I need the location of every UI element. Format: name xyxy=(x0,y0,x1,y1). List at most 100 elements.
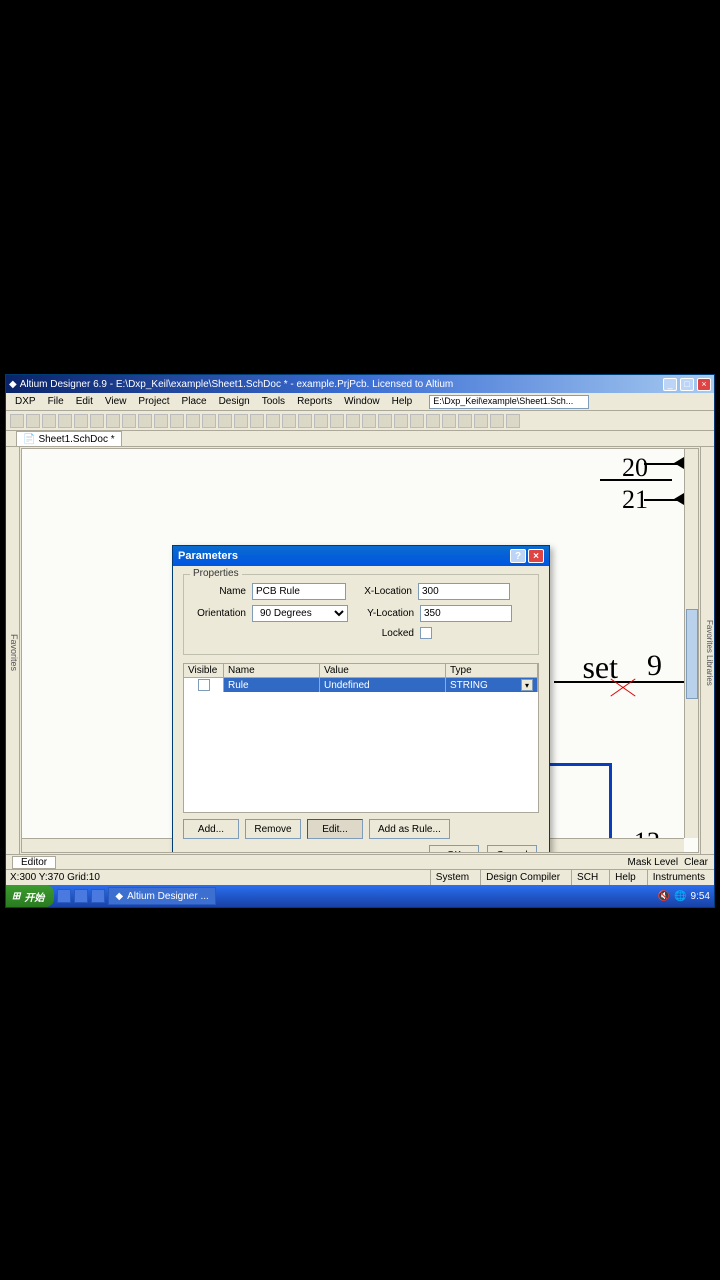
app-titlebar[interactable]: ◆ Altium Designer 6.9 - E:\Dxp_Keil\exam… xyxy=(6,375,714,393)
menu-design[interactable]: Design xyxy=(214,395,255,408)
status-system[interactable]: System xyxy=(430,870,474,885)
orientation-select[interactable]: 90 Degrees xyxy=(252,605,348,622)
clear-link[interactable]: Clear xyxy=(684,857,708,868)
toolbar-button[interactable] xyxy=(138,414,152,428)
cell-type[interactable]: STRING ▾ xyxy=(446,678,538,692)
toolbar-button[interactable] xyxy=(410,414,424,428)
status-instruments[interactable]: Instruments xyxy=(647,870,710,885)
toolbar-button[interactable] xyxy=(394,414,408,428)
toolbar-button[interactable] xyxy=(346,414,360,428)
maximize-button[interactable]: □ xyxy=(680,378,694,391)
toolbar-button[interactable] xyxy=(330,414,344,428)
toolbar-button[interactable] xyxy=(10,414,24,428)
edit-button[interactable]: Edit... xyxy=(307,819,363,839)
add-as-rule-button[interactable]: Add as Rule... xyxy=(369,819,450,839)
remove-button[interactable]: Remove xyxy=(245,819,301,839)
toolbar-button[interactable] xyxy=(266,414,280,428)
status-sch[interactable]: SCH xyxy=(571,870,603,885)
name-input[interactable] xyxy=(252,583,346,600)
toolbar-button[interactable] xyxy=(74,414,88,428)
menu-dxp[interactable]: DXP xyxy=(10,395,41,408)
menu-edit[interactable]: Edit xyxy=(71,395,98,408)
ok-button[interactable]: OK xyxy=(429,845,479,853)
dialog-titlebar[interactable]: Parameters ? × xyxy=(173,546,549,566)
toolbar-button[interactable] xyxy=(282,414,296,428)
menu-bar[interactable]: DXP File Edit View Project Place Design … xyxy=(6,393,714,411)
main-toolbar[interactable] xyxy=(6,411,714,431)
toolbar-button[interactable] xyxy=(426,414,440,428)
toolbar-button[interactable] xyxy=(42,414,56,428)
toolbar-button[interactable] xyxy=(250,414,264,428)
toolbar-button[interactable] xyxy=(362,414,376,428)
quick-launch-icon[interactable] xyxy=(74,889,88,903)
table-header[interactable]: Visible Name Value Type xyxy=(184,664,538,678)
menu-tools[interactable]: Tools xyxy=(257,395,290,408)
type-dropdown-button[interactable]: ▾ xyxy=(521,679,533,691)
document-tab[interactable]: 📄 Sheet1.SchDoc * xyxy=(16,431,122,446)
toolbar-button[interactable] xyxy=(90,414,104,428)
toolbar-button[interactable] xyxy=(234,414,248,428)
toolbar-button[interactable] xyxy=(218,414,232,428)
taskbar-app-button[interactable]: ◆ Altium Designer ... xyxy=(108,887,215,905)
path-box[interactable]: E:\Dxp_Keil\example\Sheet1.Sch... xyxy=(429,395,589,409)
left-panel-strip[interactable]: Favorites xyxy=(6,447,20,854)
windows-taskbar[interactable]: ⊞ 开始 ◆ Altium Designer ... 🔇 🌐 9:54 xyxy=(6,885,714,907)
parameters-table[interactable]: Visible Name Value Type Rule Undefined S… xyxy=(183,663,539,813)
toolbar-button[interactable] xyxy=(58,414,72,428)
dialog-close-button[interactable]: × xyxy=(528,549,544,563)
menu-help[interactable]: Help xyxy=(387,395,418,408)
add-button[interactable]: Add... xyxy=(183,819,239,839)
quick-launch-icon[interactable] xyxy=(57,889,71,903)
toolbar-button[interactable] xyxy=(170,414,184,428)
tray-icon[interactable]: 🔇 xyxy=(658,891,670,902)
start-button[interactable]: ⊞ 开始 xyxy=(6,885,54,907)
editor-tab[interactable]: Editor xyxy=(12,856,56,869)
menu-place[interactable]: Place xyxy=(177,395,212,408)
tray-icon[interactable]: 🌐 xyxy=(674,891,686,902)
menu-view[interactable]: View xyxy=(100,395,132,408)
toolbar-button[interactable] xyxy=(202,414,216,428)
toolbar-button[interactable] xyxy=(474,414,488,428)
system-tray[interactable]: 🔇 🌐 9:54 xyxy=(658,891,710,902)
vertical-scrollbar[interactable] xyxy=(684,449,698,838)
menu-file[interactable]: File xyxy=(43,395,69,408)
menu-project[interactable]: Project xyxy=(133,395,174,408)
toolbar-button[interactable] xyxy=(314,414,328,428)
toolbar-button[interactable] xyxy=(506,414,520,428)
status-help[interactable]: Help xyxy=(609,870,641,885)
toolbar-button[interactable] xyxy=(298,414,312,428)
toolbar-button[interactable] xyxy=(378,414,392,428)
toolbar-button[interactable] xyxy=(458,414,472,428)
toolbar-button[interactable] xyxy=(186,414,200,428)
status-design-compiler[interactable]: Design Compiler xyxy=(480,870,565,885)
row-visible-checkbox[interactable] xyxy=(198,679,210,691)
minimize-button[interactable]: _ xyxy=(663,378,677,391)
cell-value[interactable]: Undefined xyxy=(320,678,446,692)
toolbar-button[interactable] xyxy=(122,414,136,428)
col-type[interactable]: Type xyxy=(446,664,538,677)
bottom-tab-bar[interactable]: Editor Mask Level Clear xyxy=(6,854,714,869)
quick-launch-icon[interactable] xyxy=(91,889,105,903)
mask-level-link[interactable]: Mask Level xyxy=(628,857,679,868)
col-visible[interactable]: Visible xyxy=(184,664,224,677)
xlocation-input[interactable] xyxy=(418,583,510,600)
ylocation-input[interactable] xyxy=(420,605,512,622)
right-panel-strip[interactable]: Favorites Libraries xyxy=(700,447,714,854)
table-row[interactable]: Rule Undefined STRING ▾ xyxy=(184,678,538,692)
document-tab-bar[interactable]: 📄 Sheet1.SchDoc * xyxy=(6,431,714,447)
cell-name[interactable]: Rule xyxy=(224,678,320,692)
menu-window[interactable]: Window xyxy=(339,395,385,408)
toolbar-button[interactable] xyxy=(26,414,40,428)
locked-checkbox[interactable] xyxy=(420,627,432,639)
close-button[interactable]: × xyxy=(697,378,711,391)
scrollbar-thumb[interactable] xyxy=(686,609,698,699)
dialog-help-button[interactable]: ? xyxy=(510,549,526,563)
col-name[interactable]: Name xyxy=(224,664,320,677)
toolbar-button[interactable] xyxy=(154,414,168,428)
col-value[interactable]: Value xyxy=(320,664,446,677)
toolbar-button[interactable] xyxy=(490,414,504,428)
schematic-canvas[interactable]: 20 21 set 9 C7 12 Parameters ? xyxy=(21,448,699,853)
toolbar-button[interactable] xyxy=(106,414,120,428)
cancel-button[interactable]: Cancel xyxy=(487,845,537,853)
toolbar-button[interactable] xyxy=(442,414,456,428)
